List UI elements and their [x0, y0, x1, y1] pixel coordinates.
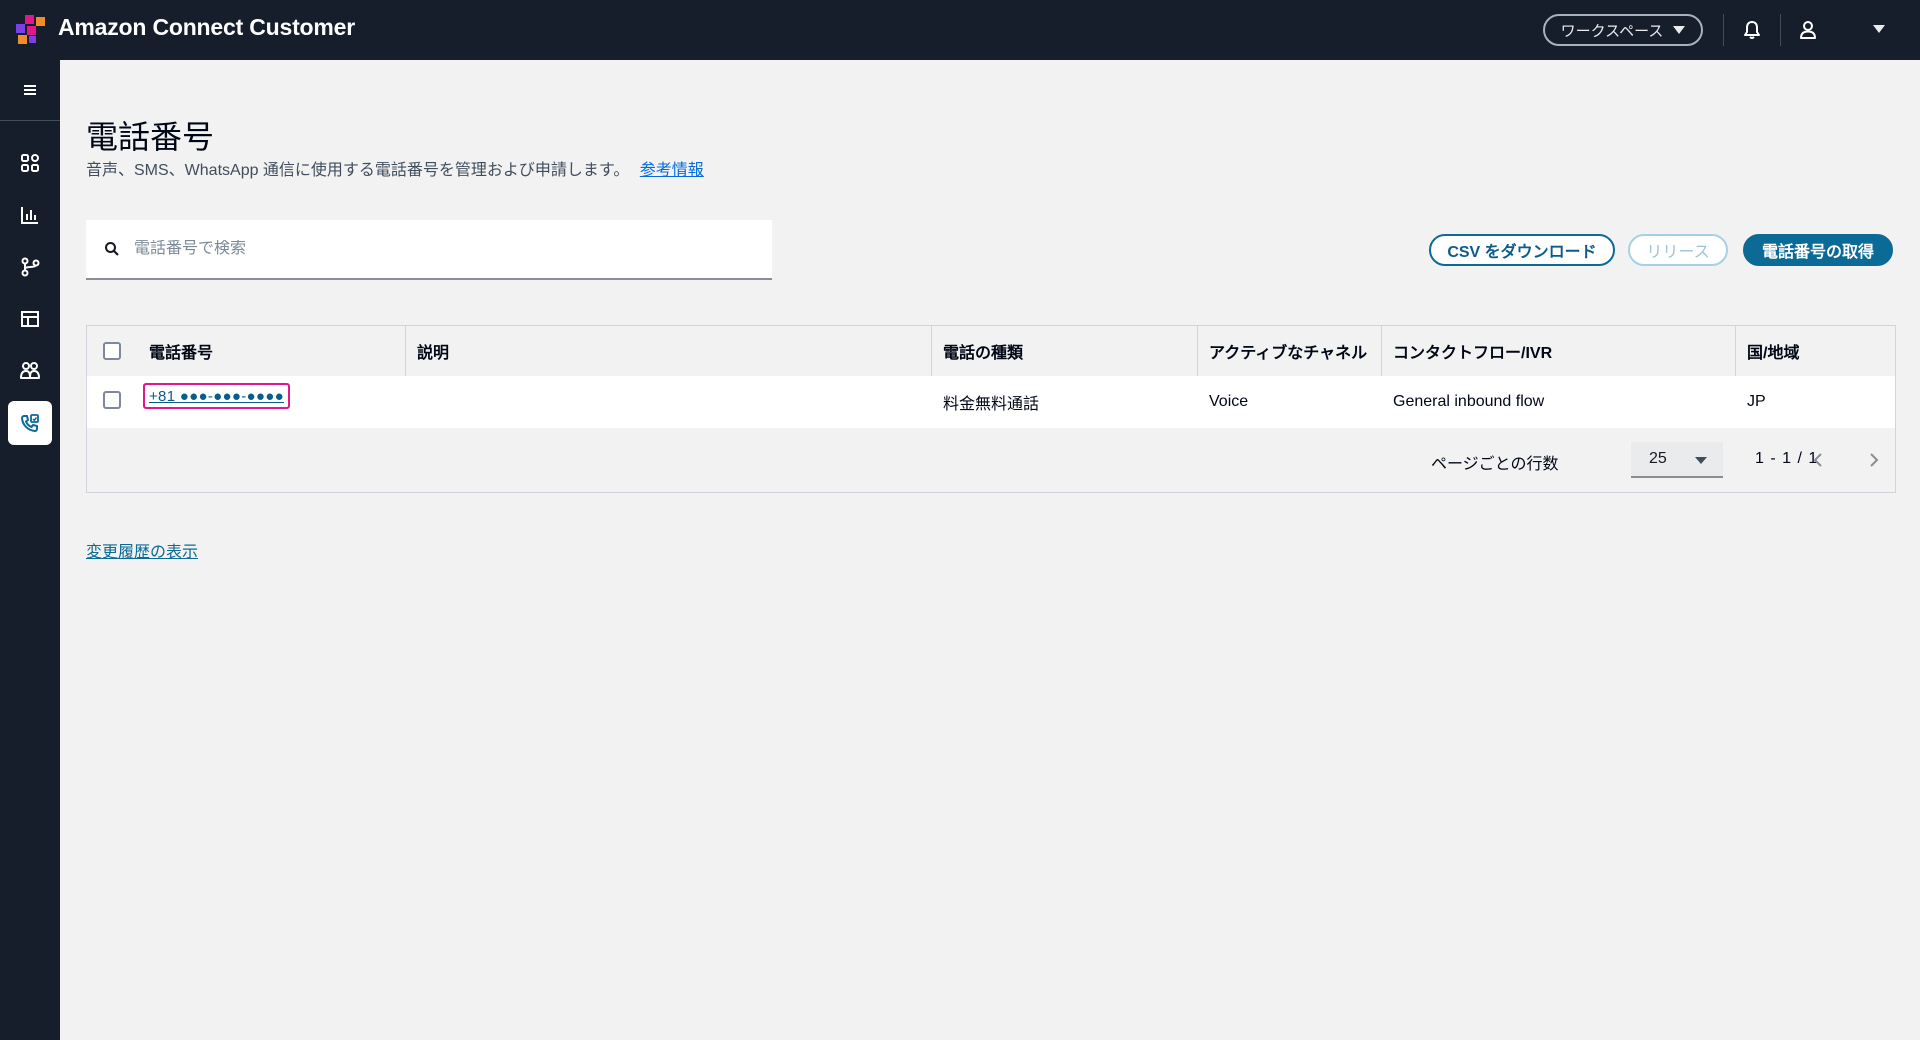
search-input[interactable]	[134, 240, 734, 258]
rows-per-page-label: ページごとの行数	[1431, 456, 1559, 473]
sidebar	[0, 60, 60, 1040]
routing-icon	[21, 257, 40, 277]
info-link[interactable]: 参考情報	[640, 162, 704, 179]
rows-per-page-value: 25	[1649, 450, 1667, 467]
release-button[interactable]: リリース	[1628, 234, 1728, 266]
user-icon[interactable]	[1798, 20, 1818, 40]
select-all-checkbox[interactable]	[103, 342, 121, 360]
users-icon	[20, 362, 40, 379]
table-row[interactable]: +81 ●●●-●●●-●●●● 料金無料通話 Voice General in…	[87, 376, 1895, 428]
top-navigation-bar: Amazon Connect Customer ワークスペース	[0, 0, 1920, 60]
pagination: ページごとの行数 25 1 - 1 / 1	[87, 428, 1895, 492]
cell-phone-type: 料金無料通話	[943, 396, 1040, 413]
bell-icon[interactable]	[1743, 20, 1761, 40]
chevron-left-icon[interactable]	[1809, 448, 1829, 472]
column-header-phone[interactable]: 電話番号	[137, 326, 349, 376]
page-title: 電話番号	[86, 119, 215, 155]
column-header-country[interactable]: 国/地域	[1735, 326, 1895, 376]
workspace-dropdown[interactable]: ワークスペース	[1543, 14, 1703, 46]
analytics-icon	[21, 207, 38, 224]
download-csv-button[interactable]: CSV をダウンロード	[1429, 234, 1615, 266]
app-title: Amazon Connect Customer	[58, 14, 355, 40]
amazon-connect-logo[interactable]	[14, 15, 46, 45]
workspace-label: ワークスペース	[1560, 22, 1664, 40]
sidebar-item-analytics[interactable]	[8, 193, 52, 237]
rows-per-page-select[interactable]: 25	[1631, 442, 1723, 478]
column-header-phone-type[interactable]: 電話の種類	[931, 326, 1197, 376]
caret-down-icon	[1673, 26, 1686, 34]
sidebar-item-dashboard[interactable]	[8, 141, 52, 185]
cell-active-channel: Voice	[1209, 393, 1249, 410]
column-header-contact-flow[interactable]: コンタクトフロー/IVR	[1381, 326, 1735, 376]
page-description: 音声、SMS、WhatsApp 通信に使用する電話番号を管理および申請します。 …	[86, 156, 704, 180]
acquire-phone-number-button[interactable]: 電話番号の取得	[1743, 234, 1893, 266]
cell-description	[405, 376, 931, 428]
change-history-link[interactable]: 変更履歴の表示	[86, 538, 198, 562]
sidebar-divider	[0, 120, 60, 121]
search-icon	[105, 242, 119, 256]
phone-numbers-table: 電話番号 説明 電話の種類 アクティブなチャネル コンタクトフロー/IVR 国/…	[86, 325, 1896, 493]
search-field[interactable]	[86, 220, 772, 280]
table-header: 電話番号 説明 電話の種類 アクティブなチャネル コンタクトフロー/IVR 国/…	[87, 326, 1895, 376]
user-menu-caret-icon[interactable]	[1873, 25, 1885, 33]
dashboard-icon	[21, 154, 39, 172]
page-description-text: 音声、SMS、WhatsApp 通信に使用する電話番号を管理および申請します。	[86, 162, 630, 179]
row-checkbox[interactable]	[103, 391, 121, 409]
cell-contact-flow: General inbound flow	[1393, 393, 1545, 410]
column-header-description[interactable]: 説明	[405, 326, 931, 376]
caret-down-icon	[1695, 457, 1707, 464]
topbar-divider	[1723, 14, 1724, 46]
channels-icon	[21, 311, 39, 327]
menu-icon	[24, 85, 36, 95]
column-header-active-channel[interactable]: アクティブなチャネル	[1197, 326, 1381, 376]
sidebar-item-phone-numbers[interactable]	[8, 401, 52, 445]
topbar-divider	[1780, 14, 1781, 46]
sidebar-item-users[interactable]	[8, 349, 52, 393]
cell-country: JP	[1747, 393, 1766, 410]
chevron-right-icon[interactable]	[1863, 448, 1883, 472]
phone-settings-icon	[21, 414, 39, 432]
main-content: 電話番号 音声、SMS、WhatsApp 通信に使用する電話番号を管理および申請…	[60, 60, 1920, 1040]
phone-number-link[interactable]: +81 ●●●-●●●-●●●●	[143, 383, 291, 409]
sidebar-item-channels[interactable]	[8, 297, 52, 341]
sidebar-menu-toggle[interactable]	[8, 68, 52, 112]
sidebar-item-routing[interactable]	[8, 245, 52, 289]
